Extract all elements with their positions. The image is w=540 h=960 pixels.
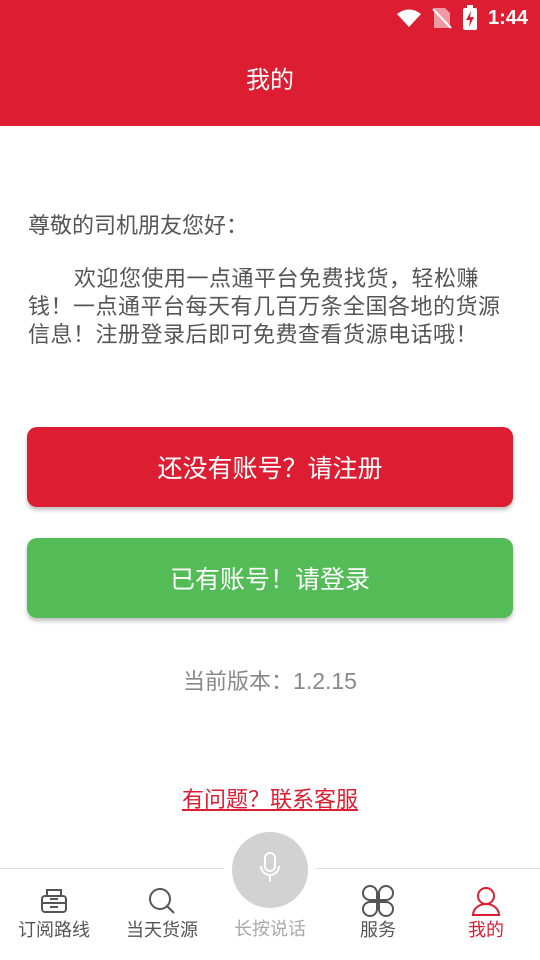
status-bar: 1:44 <box>0 0 540 36</box>
status-time: 1:44 <box>487 6 528 29</box>
subscribe-route-icon <box>39 885 69 917</box>
voice-input-label: 长按说话 <box>234 919 306 940</box>
user-icon <box>471 885 501 917</box>
microphone-icon <box>258 851 282 889</box>
service-grid-icon <box>362 885 394 917</box>
login-button[interactable]: 已有账号！请登录 <box>27 538 513 618</box>
contact-support-link[interactable]: 有问题？联系客服 <box>0 784 540 818</box>
nav-label-service: 服务 <box>360 920 396 941</box>
no-sim-icon <box>432 6 452 30</box>
nav-label-today-cargo: 当天货源 <box>126 920 198 941</box>
nav-item-mine[interactable]: 我的 <box>432 869 540 960</box>
welcome-message: 欢迎您使用一点通平台免费找货，轻松赚钱！一点通平台每天有几百万条全国各地的货源信… <box>28 267 501 348</box>
nav-item-service[interactable]: 服务 <box>324 869 432 960</box>
nav-label-mine: 我的 <box>468 920 504 941</box>
register-button[interactable]: 还没有账号？请注册 <box>27 427 513 507</box>
page-title: 我的 <box>246 66 294 94</box>
search-icon <box>147 885 177 917</box>
version-number: 1.2.15 <box>293 668 357 694</box>
app-header: 1:44 我的 <box>0 0 540 126</box>
version-label: 当前版本： <box>183 670 294 695</box>
nav-item-today-cargo[interactable]: 当天货源 <box>108 869 216 960</box>
battery-charging-icon <box>462 5 478 31</box>
nav-item-subscribe-route[interactable]: 订阅路线 <box>0 869 108 960</box>
voice-input-button[interactable] <box>232 832 308 908</box>
nav-label-subscribe-route: 订阅路线 <box>18 920 90 941</box>
wifi-icon <box>396 8 422 28</box>
version-info: 当前版本：1.2.15 <box>0 664 540 700</box>
greeting-text: 尊敬的司机朋友您好： <box>28 214 249 239</box>
